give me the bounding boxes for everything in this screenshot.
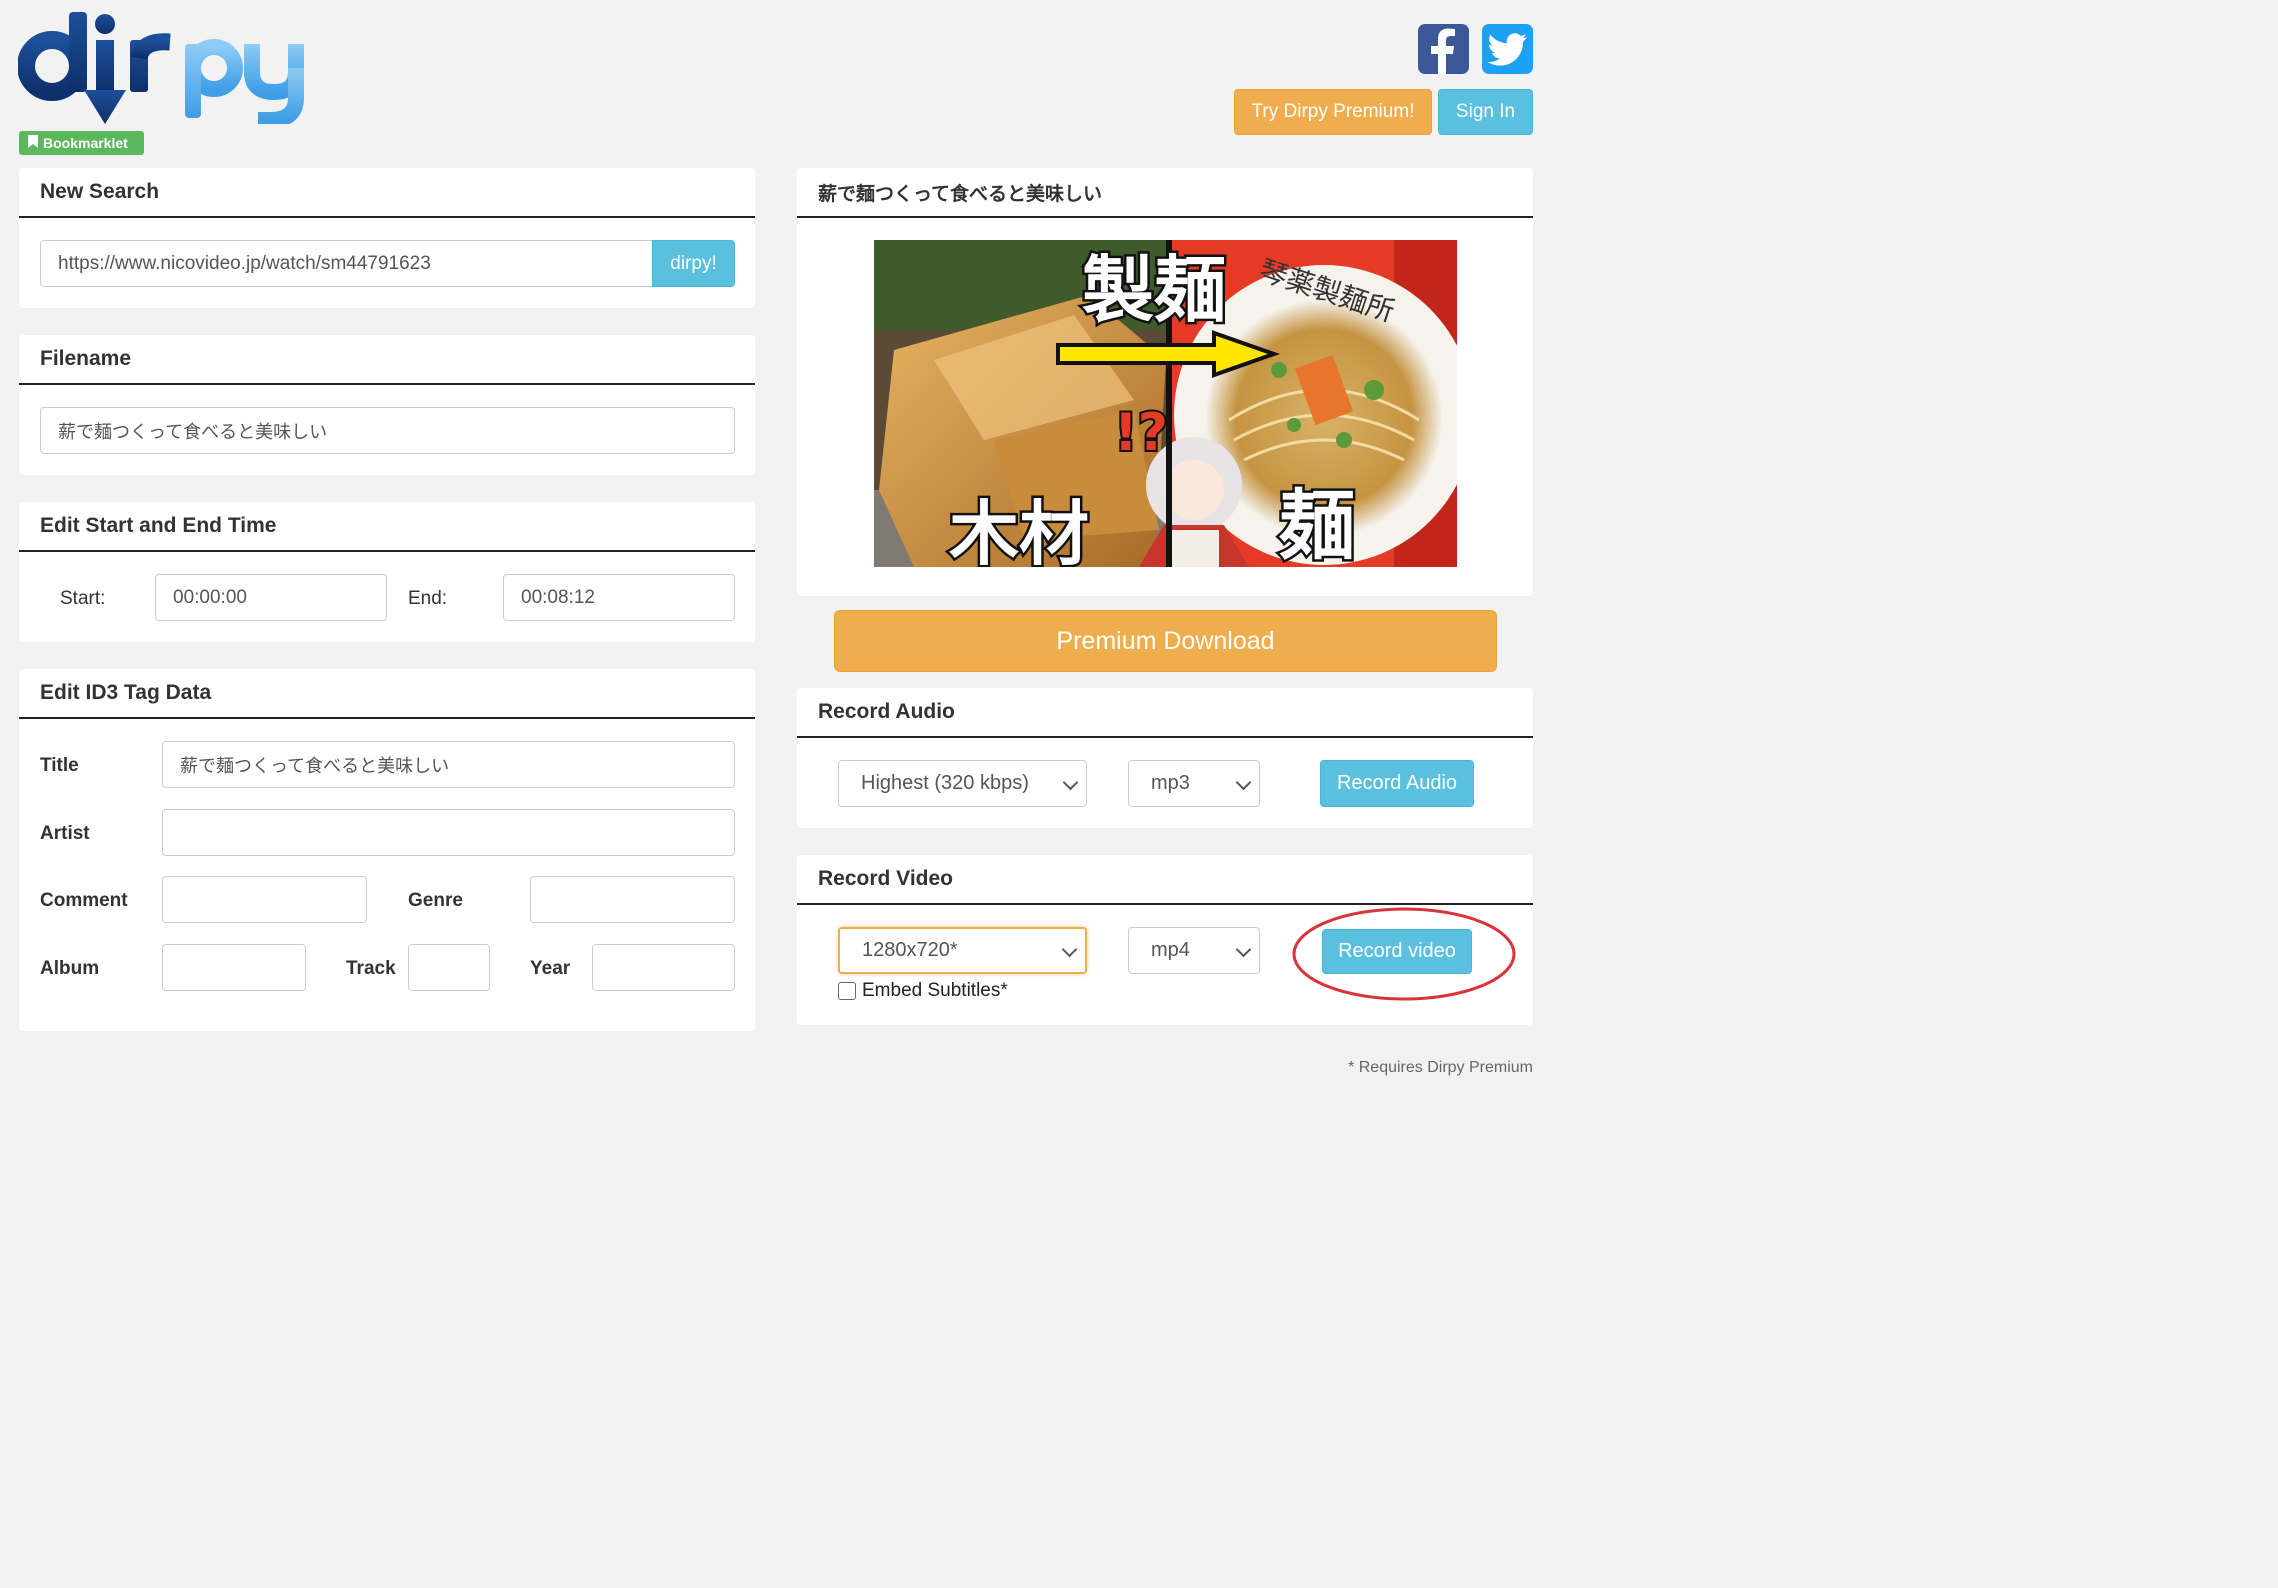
track-input[interactable] [408,944,490,991]
video-thumbnail[interactable]: 製麺 木材 麺 !? 琴薬製麺所 [874,240,1457,567]
album-input[interactable] [162,944,306,991]
title-label: Title [40,755,79,776]
bookmarklet-label: Bookmarklet [43,135,128,151]
embed-subtitles-label: Embed Subtitles* [862,980,1008,1001]
url-input[interactable]: https://www.nicovideo.jp/watch/sm4479162… [40,240,654,287]
dirpy-logo[interactable] [17,6,308,128]
record-audio-button[interactable]: Record Audio [1320,760,1474,807]
start-label: Start: [60,588,106,609]
premium-download-button[interactable]: Premium Download [834,610,1497,672]
embed-subtitles-row[interactable]: Embed Subtitles* [838,980,1008,1002]
thumb-text-left: 木材 [949,493,1089,567]
video-title: 薪で麺つくって食べると美味しい [797,168,1533,218]
artist-label: Artist [40,823,90,844]
chevron-down-icon [1061,941,1078,957]
thumb-text-top: 製麺 [1082,248,1226,332]
start-time-input[interactable]: 00:00:00 [155,574,387,621]
album-label: Album [40,958,100,979]
filename-panel: Filename 薪で麺つくって食べると美味しい [19,335,755,475]
thumb-text-right: 麺 [1279,481,1355,567]
embed-subtitles-checkbox[interactable] [838,982,856,1000]
video-resolution-select[interactable]: 1280x720* [838,927,1087,974]
chevron-down-icon [1235,774,1252,790]
genre-label: Genre [408,890,463,911]
time-panel: Edit Start and End Time Start: 00:00:00 … [19,502,755,642]
new-search-panel: New Search https://www.nicovideo.jp/watc… [19,168,755,308]
panel-title: Edit Start and End Time [19,502,755,552]
record-audio-panel: Record Audio Highest (320 kbps) mp3 Reco… [797,688,1533,828]
video-preview-panel: 薪で麺つくって食べると美味しい 製麺 木材 麺 !? 琴薬製麺所 [797,168,1533,596]
audio-format-select[interactable]: mp3 [1128,760,1260,807]
genre-input[interactable] [530,876,735,923]
chevron-down-icon [1235,941,1252,957]
thumb-text-mark: !? [1114,403,1168,463]
bookmarklet-badge[interactable]: Bookmarklet [19,131,144,155]
year-label: Year [530,958,571,979]
facebook-icon[interactable] [1418,24,1469,74]
end-label: End: [408,588,448,609]
audio-quality-select[interactable]: Highest (320 kbps) [838,760,1087,807]
panel-title: Filename [19,335,755,385]
comment-input[interactable] [162,876,367,923]
sign-in-button[interactable]: Sign In [1438,89,1533,135]
dirpy-submit-button[interactable]: dirpy! [652,240,735,287]
panel-title: Record Video [797,855,1533,905]
end-time-input[interactable]: 00:08:12 [503,574,735,621]
panel-title: Edit ID3 Tag Data [19,669,755,719]
filename-input[interactable]: 薪で麺つくって食べると美味しい [40,407,735,454]
year-input[interactable] [592,944,735,991]
title-input[interactable]: 薪で麺つくって食べると美味しい [162,741,735,788]
bookmark-icon [28,135,38,151]
try-premium-button[interactable]: Try Dirpy Premium! [1234,89,1432,135]
audio-format-value: mp3 [1151,772,1190,794]
comment-label: Comment [40,890,128,911]
premium-footnote: * Requires Dirpy Premium [1348,1059,1533,1076]
panel-title: New Search [19,168,755,218]
panel-title: Record Audio [797,688,1533,738]
video-format-select[interactable]: mp4 [1128,927,1260,974]
id3-panel: Edit ID3 Tag Data Title 薪で麺つくって食べると美味しい … [19,669,755,1031]
artist-input[interactable] [162,809,735,856]
chevron-down-icon [1062,774,1079,790]
track-label: Track [346,958,396,979]
video-format-value: mp4 [1151,939,1190,961]
audio-quality-value: Highest (320 kbps) [861,772,1029,794]
video-resolution-value: 1280x720* [862,939,958,961]
annotation-circle [1292,907,1516,1001]
twitter-icon[interactable] [1482,24,1533,74]
